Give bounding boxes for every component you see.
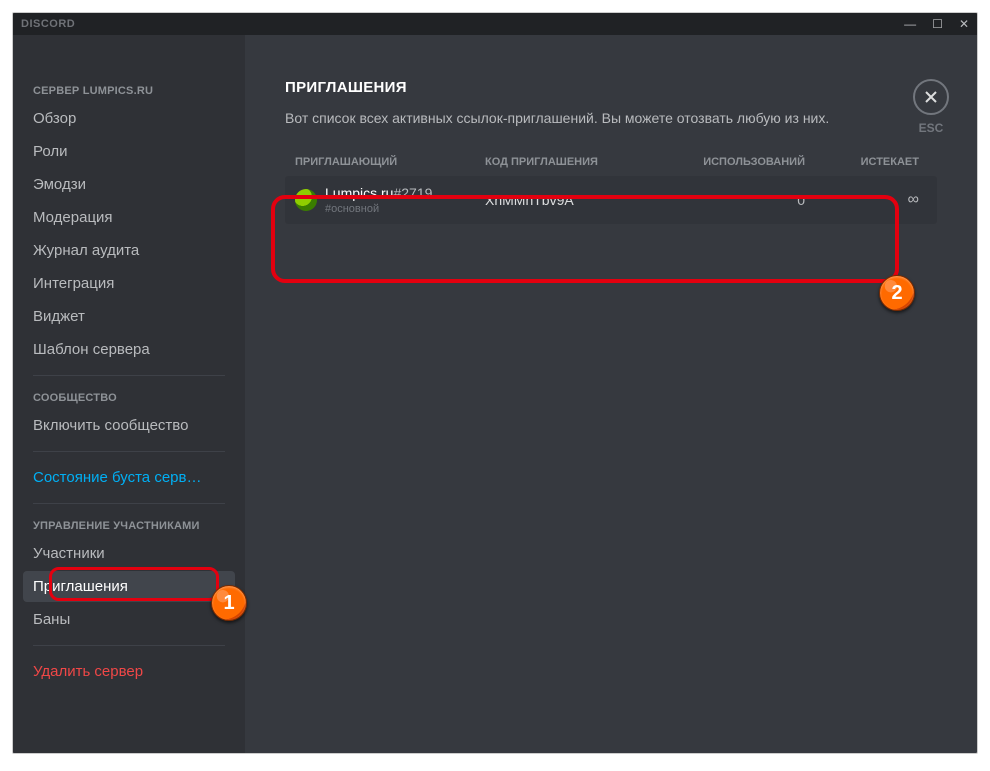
sidebar-item-delete-server[interactable]: Удалить сервер [23, 656, 235, 687]
invites-table: ПРИГЛАШАЮЩИЙ КОД ПРИГЛАШЕНИЯ ИСПОЛЬЗОВАН… [285, 148, 937, 224]
td-code: XnMMnTbv9A [485, 192, 655, 208]
th-uses: ИСПОЛЬЗОВАНИЙ [655, 156, 805, 168]
sidebar-separator [33, 375, 225, 376]
table-header: ПРИГЛАШАЮЩИЙ КОД ПРИГЛАШЕНИЯ ИСПОЛЬЗОВАН… [285, 148, 937, 176]
app-body: СЕРВЕР LUMPICS.RU Обзор Роли Эмодзи Моде… [13, 35, 977, 753]
sidebar-separator [33, 503, 225, 504]
table-row[interactable]: Lumpics.ru#2719 #основной XnMMnTbv9A 0 ∞ [285, 176, 937, 224]
sidebar-separator [33, 645, 225, 646]
sidebar-item-invites[interactable]: Приглашения [23, 571, 235, 602]
sidebar-item-moderation[interactable]: Модерация [23, 202, 235, 233]
page-title: ПРИГЛАШЕНИЯ [285, 79, 937, 96]
app-window: DISCORD — ☐ ✕ СЕРВЕР LUMPICS.RU Обзор Ро… [12, 12, 978, 754]
sidebar-header-server: СЕРВЕР LUMPICS.RU [23, 79, 235, 103]
settings-content: ESC ПРИГЛАШЕНИЯ Вот список всех активных… [245, 35, 977, 753]
td-expires: ∞ [805, 191, 927, 209]
inviter-channel: #основной [325, 203, 432, 216]
sidebar-header-user-mgmt: УПРАВЛЕНИЕ УЧАСТНИКАМИ [23, 514, 235, 538]
app-title: DISCORD [21, 18, 75, 30]
sidebar-item-audit[interactable]: Журнал аудита [23, 235, 235, 266]
titlebar: DISCORD — ☐ ✕ [13, 13, 977, 35]
window-controls: — ☐ ✕ [904, 18, 969, 30]
avatar [295, 189, 317, 211]
close-window-icon[interactable]: ✕ [959, 18, 969, 30]
maximize-icon[interactable]: ☐ [932, 18, 943, 30]
page-subtitle: Вот список всех активных ссылок-приглаше… [285, 110, 937, 126]
th-expires: ИСТЕКАЕТ [805, 156, 927, 168]
sidebar-item-boost-status[interactable]: Состояние буста серв… [23, 462, 235, 493]
close-area: ESC [913, 79, 949, 135]
settings-sidebar: СЕРВЕР LUMPICS.RU Обзор Роли Эмодзи Моде… [13, 35, 245, 753]
close-icon [923, 89, 939, 105]
inviter-text: Lumpics.ru#2719 #основной [325, 184, 432, 216]
sidebar-item-bans[interactable]: Баны [23, 604, 235, 635]
sidebar-separator [33, 451, 225, 452]
sidebar-header-community: СООБЩЕСТВО [23, 386, 235, 410]
sidebar-item-emoji[interactable]: Эмодзи [23, 169, 235, 200]
th-inviter: ПРИГЛАШАЮЩИЙ [295, 156, 485, 168]
close-settings-button[interactable] [913, 79, 949, 115]
th-code: КОД ПРИГЛАШЕНИЯ [485, 156, 655, 168]
sidebar-item-members[interactable]: Участники [23, 538, 235, 569]
sidebar-item-template[interactable]: Шаблон сервера [23, 334, 235, 365]
sidebar-item-integration[interactable]: Интеграция [23, 268, 235, 299]
td-uses: 0 [655, 192, 805, 208]
sidebar-item-roles[interactable]: Роли [23, 136, 235, 167]
td-inviter: Lumpics.ru#2719 #основной [295, 184, 485, 216]
close-label: ESC [913, 121, 949, 135]
inviter-name: Lumpics.ru [325, 185, 393, 201]
minimize-icon[interactable]: — [904, 18, 916, 30]
sidebar-item-enable-community[interactable]: Включить сообщество [23, 410, 235, 441]
inviter-discriminator: #2719 [393, 185, 432, 201]
sidebar-item-overview[interactable]: Обзор [23, 103, 235, 134]
sidebar-item-widget[interactable]: Виджет [23, 301, 235, 332]
